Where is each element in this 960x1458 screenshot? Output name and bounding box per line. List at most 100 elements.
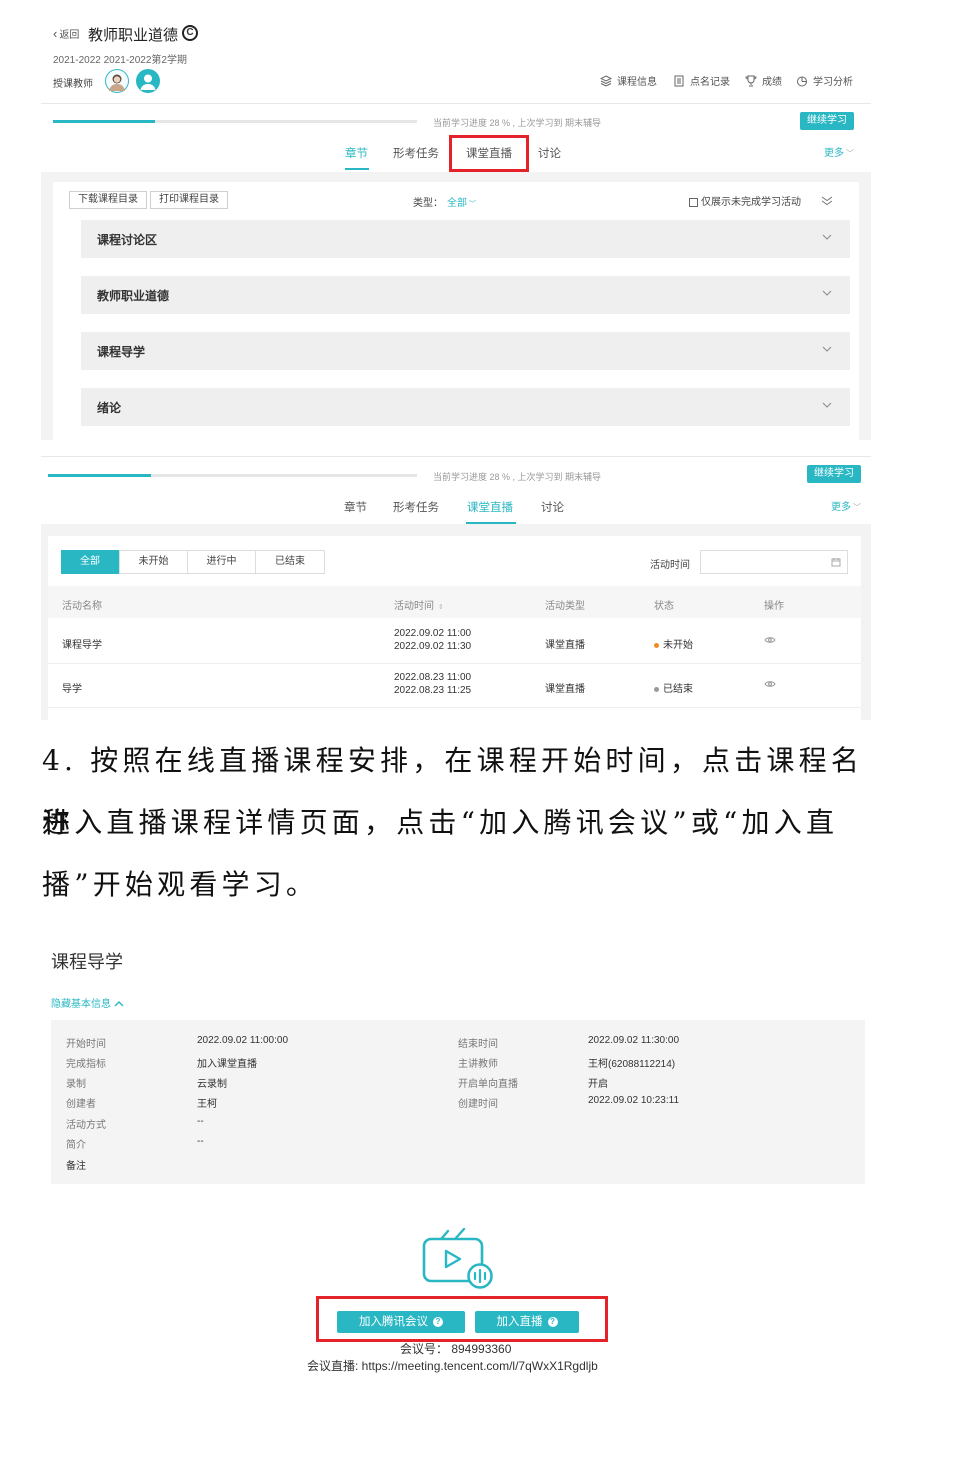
- continue-study-button[interactable]: 继续学习: [800, 112, 854, 130]
- course-page-screenshot-1: ‹ 返回 教师职业道德 C 2021-2022 2021-2022第2学期 授课教…: [41, 18, 871, 440]
- menu-analysis[interactable]: 学习分析: [796, 73, 853, 88]
- activity-time-input[interactable]: [700, 550, 848, 574]
- hide-info-toggle[interactable]: 隐藏基本信息: [51, 995, 124, 1010]
- pie-chart-icon: [797, 76, 807, 86]
- back-link[interactable]: ‹ 返回: [53, 26, 79, 41]
- tab-discussion[interactable]: 讨论: [541, 499, 564, 515]
- tab-chapters[interactable]: 章节: [345, 145, 368, 161]
- instruction-line: 播”开始观看学习。: [42, 868, 319, 901]
- tab-discussion[interactable]: 讨论: [538, 145, 561, 161]
- print-catalog-button[interactable]: 打印课程目录: [150, 191, 228, 209]
- info-key: 创建时间: [458, 1099, 498, 1110]
- column-header: 活动类型: [545, 601, 585, 612]
- chevron-down-icon: [822, 402, 832, 408]
- divider: [41, 456, 871, 457]
- info-value: 2022.09.02 11:00:00: [197, 1035, 289, 1046]
- chapter-area: 下载课程目录 打印课程目录 类型： 全部 ﹀ 仅展示未完成学习活动 课程讨论区 教…: [41, 172, 871, 440]
- table-row[interactable]: 课程导学 2022.09.02 11:00 2022.09.02 11:30 课…: [48, 618, 861, 663]
- progress-fill: [48, 474, 152, 477]
- chevron-down-icon: ﹀: [853, 503, 861, 512]
- more-menu[interactable]: 更多 ﹀: [831, 498, 861, 513]
- sort-icon: ⇕: [438, 604, 444, 611]
- activity-name[interactable]: 课程导学: [62, 636, 102, 651]
- table-header: 活动名称 活动时间 ⇕ 活动类型 状态 操作: [48, 586, 861, 618]
- info-key: 录制: [66, 1079, 86, 1090]
- chapter-item[interactable]: 课程导学: [81, 332, 850, 370]
- info-value: 2022.09.02 11:30:00: [588, 1035, 680, 1046]
- copyright-icon: C: [182, 25, 198, 41]
- tab-chapters[interactable]: 章节: [344, 499, 367, 515]
- column-header: 操作: [764, 601, 784, 612]
- only-incomplete-checkbox[interactable]: 仅展示未完成学习活动: [689, 193, 801, 208]
- info-key: 完成指标: [66, 1059, 106, 1070]
- chevron-down-icon: ﹀: [846, 149, 854, 158]
- filter-ended[interactable]: 已结束: [255, 550, 325, 574]
- info-key: 开始时间: [66, 1039, 106, 1050]
- continue-study-button[interactable]: 继续学习: [807, 465, 861, 483]
- chevron-left-icon: ‹: [53, 26, 58, 41]
- table-row[interactable]: 导学 2022.08.23 11:00 2022.08.23 11:25 课堂直…: [48, 663, 861, 707]
- info-value: --: [197, 1136, 204, 1147]
- document-icon: [674, 75, 684, 86]
- tab-tasks[interactable]: 形考任务: [393, 499, 439, 515]
- menu-course-info[interactable]: 课程信息: [600, 73, 657, 88]
- filter-in-progress[interactable]: 进行中: [187, 550, 256, 574]
- activity-type: 课堂直播: [545, 640, 585, 651]
- info-key: 创建者: [66, 1099, 96, 1110]
- meeting-id: 会议号： 894993360: [400, 1342, 512, 1356]
- join-live-button[interactable]: 加入直播?: [475, 1311, 579, 1333]
- filter-all[interactable]: 全部: [61, 550, 119, 574]
- eye-icon[interactable]: [764, 680, 776, 688]
- teacher-label: 授课教师: [53, 79, 93, 90]
- activity-end: 2022.09.02 11:30: [394, 641, 472, 652]
- join-tencent-meeting-button[interactable]: 加入腾讯会议?: [337, 1311, 465, 1333]
- divider: [48, 707, 861, 708]
- column-header[interactable]: 活动时间 ⇕: [394, 597, 444, 612]
- chapter-list: 下载课程目录 打印课程目录 类型： 全部 ﹀ 仅展示未完成学习活动 课程讨论区 教…: [53, 182, 859, 440]
- chevron-down-icon: [822, 346, 832, 352]
- activity-name[interactable]: 导学: [62, 680, 82, 695]
- highlight-box: [449, 135, 529, 172]
- meeting-link[interactable]: 会议直播: https://meeting.tencent.com/l/7qWx…: [307, 1357, 598, 1374]
- live-list: 全部 未开始 进行中 已结束 活动时间 活动名称 活动时间 ⇕ 活动类型 状态 操…: [48, 536, 861, 720]
- info-panel: 开始时间 2022.09.02 11:00:00 完成指标 加入课堂直播 录制 …: [51, 1020, 865, 1184]
- live-area: 全部 未开始 进行中 已结束 活动时间 活动名称 活动时间 ⇕ 活动类型 状态 操…: [41, 524, 871, 720]
- info-key: 结束时间: [458, 1039, 498, 1050]
- menu-grades[interactable]: 成绩: [745, 73, 782, 88]
- type-label: 类型：: [413, 198, 443, 209]
- activity-start: 2022.09.02 11:00: [394, 628, 472, 639]
- chapter-item[interactable]: 教师职业道德: [81, 276, 850, 314]
- menu-roll-call[interactable]: 点名记录: [673, 73, 730, 88]
- double-chevron-down-icon[interactable]: [821, 196, 833, 206]
- info-key: 开启单向直播: [458, 1079, 518, 1090]
- chevron-down-icon: [822, 234, 832, 240]
- info-value: 开启: [588, 1079, 608, 1090]
- chapter-item[interactable]: 课程讨论区: [81, 220, 850, 258]
- chevron-down-icon: [822, 290, 832, 296]
- course-title: 教师职业道德: [88, 27, 179, 44]
- info-key: 简介: [66, 1140, 86, 1151]
- download-catalog-button[interactable]: 下载课程目录: [69, 191, 147, 209]
- avatar[interactable]: [136, 69, 160, 93]
- progress-text: 当前学习进度 28 % , 上次学习到 期末辅导: [433, 118, 602, 128]
- info-key: 活动方式: [66, 1120, 106, 1131]
- tab-live[interactable]: 课堂直播: [467, 499, 513, 515]
- eye-icon[interactable]: [764, 636, 776, 644]
- activity-time-label: 活动时间: [650, 560, 690, 571]
- info-key: 主讲教师: [458, 1059, 498, 1070]
- info-value: 王柯(62088112214): [588, 1059, 676, 1070]
- info-key: 备注: [66, 1161, 86, 1172]
- calendar-icon: [831, 558, 841, 567]
- tab-tasks[interactable]: 形考任务: [393, 145, 439, 161]
- filter-not-started[interactable]: 未开始: [119, 550, 188, 574]
- type-select[interactable]: 全部 ﹀: [447, 194, 476, 209]
- tab-underline: [345, 168, 369, 170]
- avatar[interactable]: [105, 69, 129, 93]
- course-page-screenshot-2: 当前学习进度 28 % , 上次学习到 期末辅导 继续学习 章节 形考任务 课堂…: [41, 456, 871, 720]
- status-badge: 已结束: [654, 680, 693, 695]
- chevron-down-icon: ﹀: [469, 201, 476, 208]
- checkbox-icon: [689, 197, 698, 207]
- chapter-item[interactable]: 绪论: [81, 388, 850, 426]
- more-menu[interactable]: 更多 ﹀: [824, 144, 854, 159]
- info-value: 王柯: [197, 1099, 217, 1110]
